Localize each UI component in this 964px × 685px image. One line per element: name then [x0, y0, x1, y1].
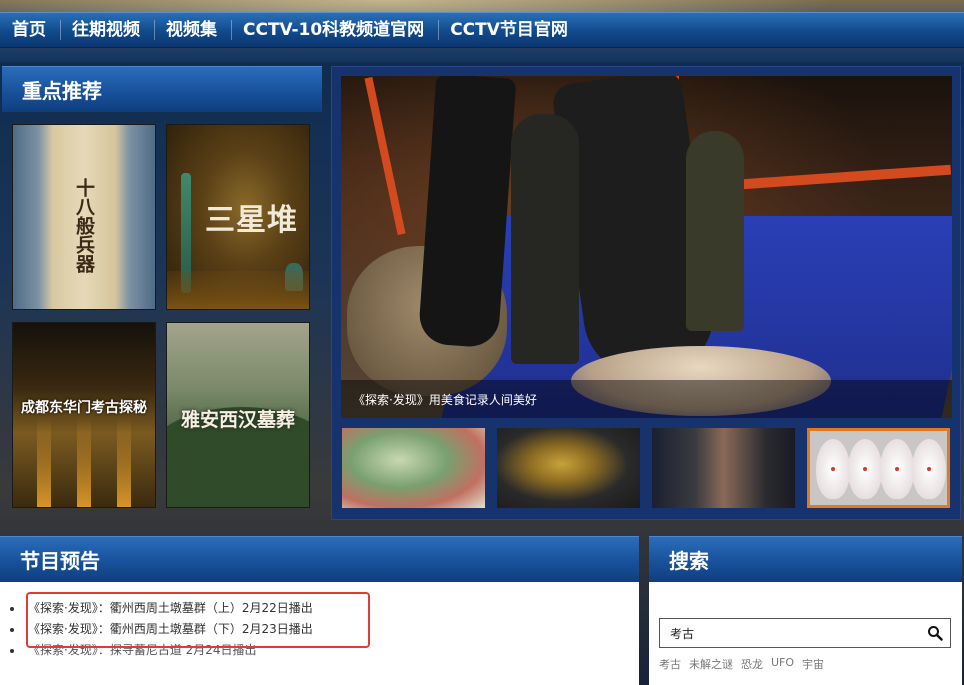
nav-item-video-collections[interactable]: 视频集: [166, 20, 232, 40]
pole-shape: [364, 76, 406, 236]
search-box: [659, 618, 951, 648]
hot-tag[interactable]: 恐龙: [741, 656, 763, 672]
featured-title: 重点推荐: [22, 79, 102, 103]
search-button[interactable]: [920, 619, 950, 647]
preview-title: 节目预告: [20, 549, 100, 573]
featured-thumb-yaan[interactable]: 雅安西汉墓葬: [166, 322, 310, 508]
search-header: 搜索: [649, 536, 962, 582]
nav-item-past-videos[interactable]: 往期视频: [72, 20, 155, 40]
featured-thumb-chengdu[interactable]: 成都东华门考古探秘: [12, 322, 156, 508]
featured-header: 重点推荐: [2, 66, 322, 112]
seed-shape: [912, 439, 946, 499]
featured-caption: 三星堆: [205, 203, 298, 238]
hot-search-tags: 考古 未解之谜 恐龙 UFO 宇宙: [659, 656, 824, 672]
featured-thumb-weapons[interactable]: 十八般兵器: [12, 124, 156, 310]
light-beam: [37, 417, 51, 507]
slideshow-thumb-2[interactable]: [497, 428, 640, 508]
fisherman-shape: [511, 114, 579, 364]
slideshow-thumb-3[interactable]: [652, 428, 795, 508]
floor-shape: [167, 271, 309, 309]
slideshow-thumb-4-active[interactable]: [807, 428, 950, 508]
slideshow-main-image[interactable]: [341, 76, 952, 418]
light-beam: [117, 417, 131, 507]
preview-header: 节目预告: [0, 536, 639, 582]
highlight-annotation-box: [26, 592, 370, 648]
bullet-icon: [10, 648, 14, 653]
search-icon: [928, 626, 943, 641]
light-beam: [77, 417, 91, 507]
hot-tag[interactable]: 未解之谜: [689, 656, 733, 672]
nav-item-home[interactable]: 首页: [12, 20, 61, 40]
hot-tag[interactable]: 考古: [659, 656, 681, 672]
pole-shape: [740, 164, 952, 190]
top-navigation: 首页 往期视频 视频集 CCTV-10科教频道官网 CCTV节目官网: [0, 0, 964, 62]
hot-tag[interactable]: UFO: [771, 656, 794, 672]
search-title: 搜索: [669, 549, 709, 573]
hot-tag[interactable]: 宇宙: [802, 656, 824, 672]
featured-caption: 成都东华门考古探秘: [21, 400, 147, 416]
bullet-icon: [10, 627, 14, 632]
nav-bar: 首页 往期视频 视频集 CCTV-10科教频道官网 CCTV节目官网: [0, 12, 964, 48]
featured-caption: 雅安西汉墓葬: [180, 409, 295, 431]
seed-shape: [848, 439, 882, 499]
slideshow-thumb-1[interactable]: [342, 428, 485, 508]
bullet-icon: [10, 606, 14, 611]
featured-thumb-sanxingdui[interactable]: 三星堆: [166, 124, 310, 310]
search-input[interactable]: [660, 620, 920, 646]
fisherman-shape: [686, 131, 744, 331]
seed-shape: [880, 439, 914, 499]
featured-caption: 十八般兵器: [73, 177, 95, 273]
seed-shape: [816, 439, 850, 499]
nav-item-cctv10-site[interactable]: CCTV-10科教频道官网: [243, 20, 440, 40]
slideshow-caption[interactable]: 《探索·发现》用美食记录人间美好: [341, 380, 952, 418]
nav-item-cctv-programs[interactable]: CCTV节目官网: [450, 20, 582, 40]
